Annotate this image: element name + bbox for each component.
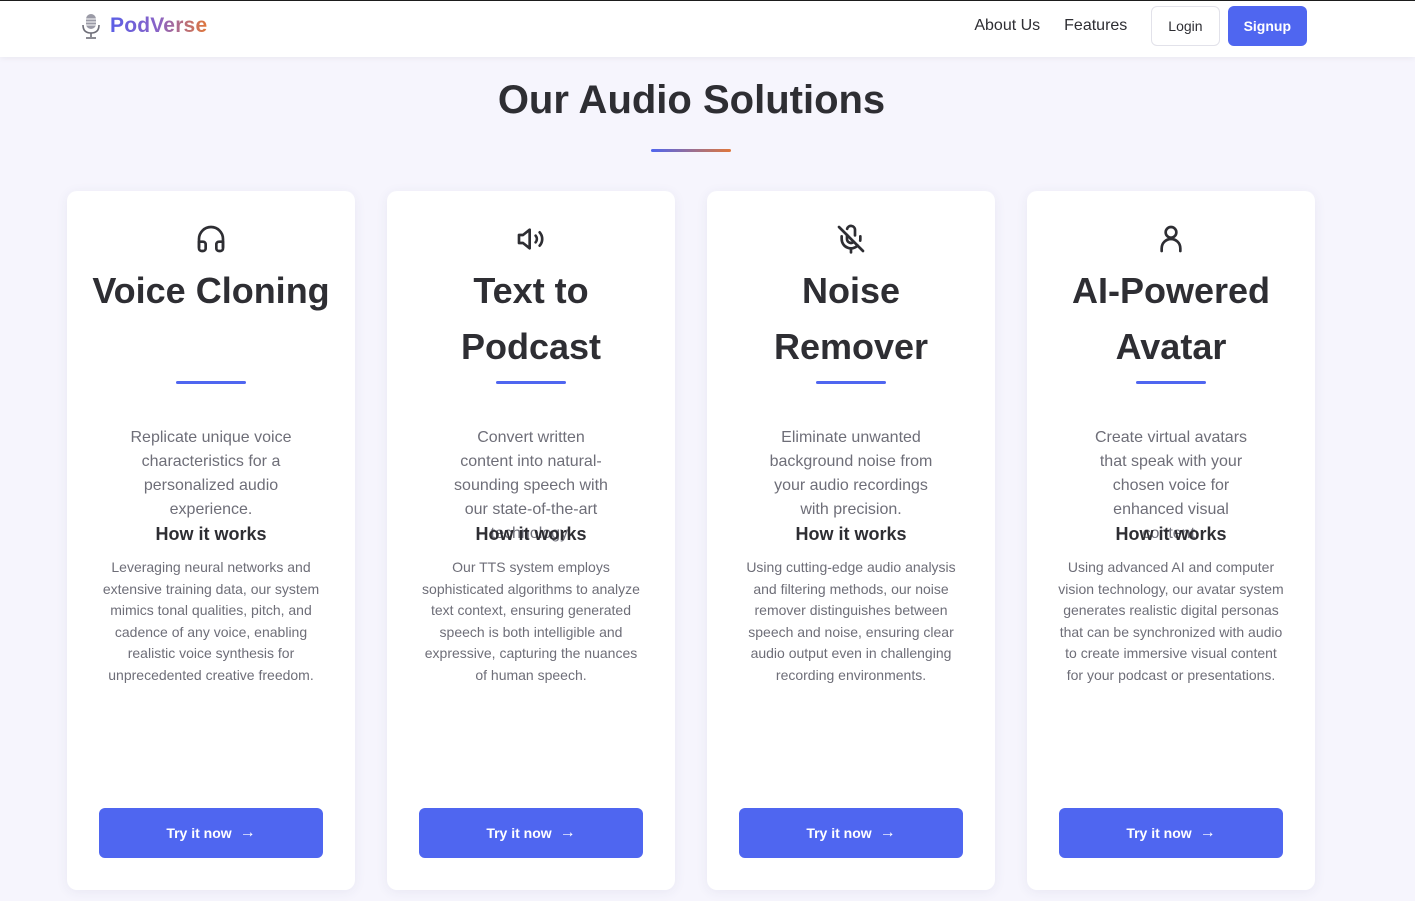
card-detail: Our TTS system employs sophisticated alg… (422, 559, 640, 683)
try-it-now-button[interactable]: Try it now → (1059, 808, 1283, 858)
mic-off-icon (837, 224, 865, 254)
speaker-icon (517, 228, 544, 250)
card-title-underline (816, 381, 886, 384)
try-it-now-button[interactable]: Try it now → (419, 808, 643, 858)
arrow-right-icon: → (1199, 824, 1216, 841)
card-noise-remover: Noise Remover Eliminate unwanted backgro… (707, 191, 995, 890)
nav-features[interactable]: Features (1064, 17, 1127, 35)
try-it-now-button[interactable]: Try it now → (739, 808, 963, 858)
login-button[interactable]: Login (1151, 6, 1220, 46)
arrow-right-icon: → (879, 824, 896, 841)
try-button-label: Try it now (166, 825, 232, 841)
card-description: Replicate unique voice characteristics f… (130, 429, 292, 518)
card-title-underline (1136, 381, 1206, 384)
brand-name: PodVerse (110, 14, 208, 37)
card-ai-powered-avatar: AI-Powered Avatar Create virtual avatars… (1027, 191, 1315, 890)
arrow-right-icon: → (559, 824, 576, 841)
try-button-label: Try it now (806, 825, 872, 841)
user-icon (1160, 225, 1182, 253)
card-detail: Using advanced AI and computer vision te… (1058, 559, 1284, 683)
how-it-works-heading: How it works (475, 524, 587, 544)
nav-about-us[interactable]: About Us (974, 17, 1040, 35)
how-it-works-heading: How it works (155, 524, 267, 544)
try-it-now-button[interactable]: Try it now → (99, 808, 323, 858)
how-it-works-heading: How it works (795, 524, 907, 544)
how-it-works-heading: How it works (1115, 524, 1227, 544)
card-title-underline (496, 381, 566, 384)
card-title: Text to Podcast (460, 270, 602, 367)
section-title-underline (651, 149, 731, 152)
headphones-icon (197, 225, 225, 253)
card-detail: Using cutting-edge audio analysis and fi… (746, 559, 956, 683)
card-detail: Leveraging neural networks and extensive… (102, 559, 320, 683)
arrow-right-icon: → (239, 824, 256, 841)
top-navbar: PodVerse About Us Features Login Signup (0, 0, 1415, 57)
try-button-label: Try it now (1126, 825, 1192, 841)
card-text-to-podcast: Text to Podcast Convert written content … (387, 191, 675, 890)
signup-button[interactable]: Signup (1227, 6, 1307, 46)
card-description: Eliminate unwanted background noise from… (769, 429, 933, 518)
try-button-label: Try it now (486, 825, 552, 841)
brand-logo[interactable]: PodVerse (80, 11, 207, 41)
card-title: Noise Remover (773, 270, 929, 367)
section-title: Our Audio Solutions (497, 78, 886, 122)
main-nav: About Us Features Login Signup (974, 6, 1307, 46)
card-title: Voice Cloning (92, 270, 330, 311)
card-title-underline (176, 381, 246, 384)
microphone-icon (82, 14, 100, 39)
card-title: AI-Powered Avatar (1071, 270, 1271, 367)
card-voice-cloning: Voice Cloning Replicate unique voice cha… (67, 191, 355, 890)
